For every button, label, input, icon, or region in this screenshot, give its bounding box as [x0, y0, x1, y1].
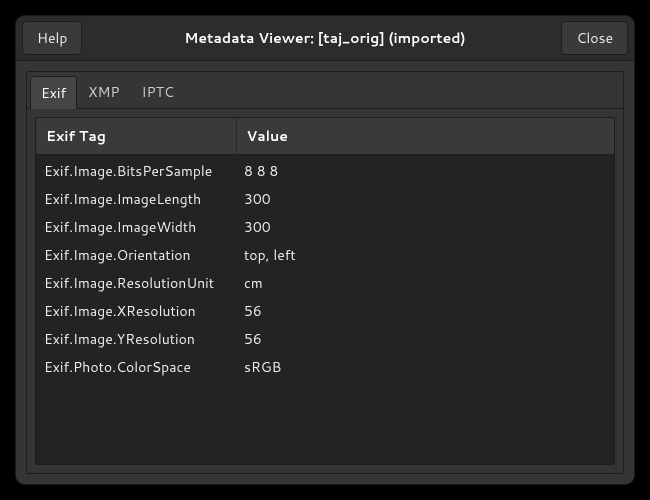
cell-tag: Exif.Image.ImageLength	[36, 185, 236, 213]
table-row[interactable]: Exif.Image.ResolutionUnitcm	[36, 269, 614, 297]
metadata-viewer-window: Help Metadata Viewer: [taj_orig] (import…	[15, 15, 635, 485]
content-area: ExifXMPIPTC Exif Tag Value Exif.Image.Bi…	[16, 61, 634, 484]
cell-tag: Exif.Image.YResolution	[36, 325, 236, 353]
column-header-value[interactable]: Value	[236, 118, 614, 155]
tab-exif[interactable]: Exif	[30, 76, 77, 109]
cell-tag: Exif.Image.ResolutionUnit	[36, 269, 236, 297]
cell-value: 300	[236, 213, 614, 241]
cell-value: top, left	[236, 241, 614, 269]
window-title: Metadata Viewer: [taj_orig] (imported)	[16, 28, 634, 48]
cell-value: 56	[236, 297, 614, 325]
table-row[interactable]: Exif.Image.ImageWidth300	[36, 213, 614, 241]
tab-bar: ExifXMPIPTC	[27, 72, 623, 109]
table-row[interactable]: Exif.Image.ImageLength300	[36, 185, 614, 213]
cell-value: 8 8 8	[236, 155, 614, 186]
table-row[interactable]: Exif.Image.Orientationtop, left	[36, 241, 614, 269]
tab-container: ExifXMPIPTC Exif Tag Value Exif.Image.Bi…	[26, 71, 624, 474]
cell-tag: Exif.Image.Orientation	[36, 241, 236, 269]
cell-value: 56	[236, 325, 614, 353]
cell-tag: Exif.Photo.ColorSpace	[36, 353, 236, 381]
table-row[interactable]: Exif.Image.XResolution56	[36, 297, 614, 325]
titlebar: Help Metadata Viewer: [taj_orig] (import…	[16, 16, 634, 61]
close-button[interactable]: Close	[561, 21, 628, 55]
cell-tag: Exif.Image.XResolution	[36, 297, 236, 325]
tab-iptc[interactable]: IPTC	[131, 75, 185, 108]
help-button[interactable]: Help	[22, 21, 82, 55]
metadata-table-wrapper[interactable]: Exif Tag Value Exif.Image.BitsPerSample8…	[35, 117, 615, 465]
metadata-table: Exif Tag Value Exif.Image.BitsPerSample8…	[36, 118, 614, 381]
cell-value: cm	[236, 269, 614, 297]
cell-value: 300	[236, 185, 614, 213]
cell-tag: Exif.Image.ImageWidth	[36, 213, 236, 241]
table-row[interactable]: Exif.Photo.ColorSpacesRGB	[36, 353, 614, 381]
cell-tag: Exif.Image.BitsPerSample	[36, 155, 236, 186]
table-row[interactable]: Exif.Image.YResolution56	[36, 325, 614, 353]
tab-xmp[interactable]: XMP	[77, 75, 130, 108]
column-header-tag[interactable]: Exif Tag	[36, 118, 236, 155]
cell-value: sRGB	[236, 353, 614, 381]
table-row[interactable]: Exif.Image.BitsPerSample8 8 8	[36, 155, 614, 186]
tab-panel-exif: Exif Tag Value Exif.Image.BitsPerSample8…	[27, 109, 623, 473]
